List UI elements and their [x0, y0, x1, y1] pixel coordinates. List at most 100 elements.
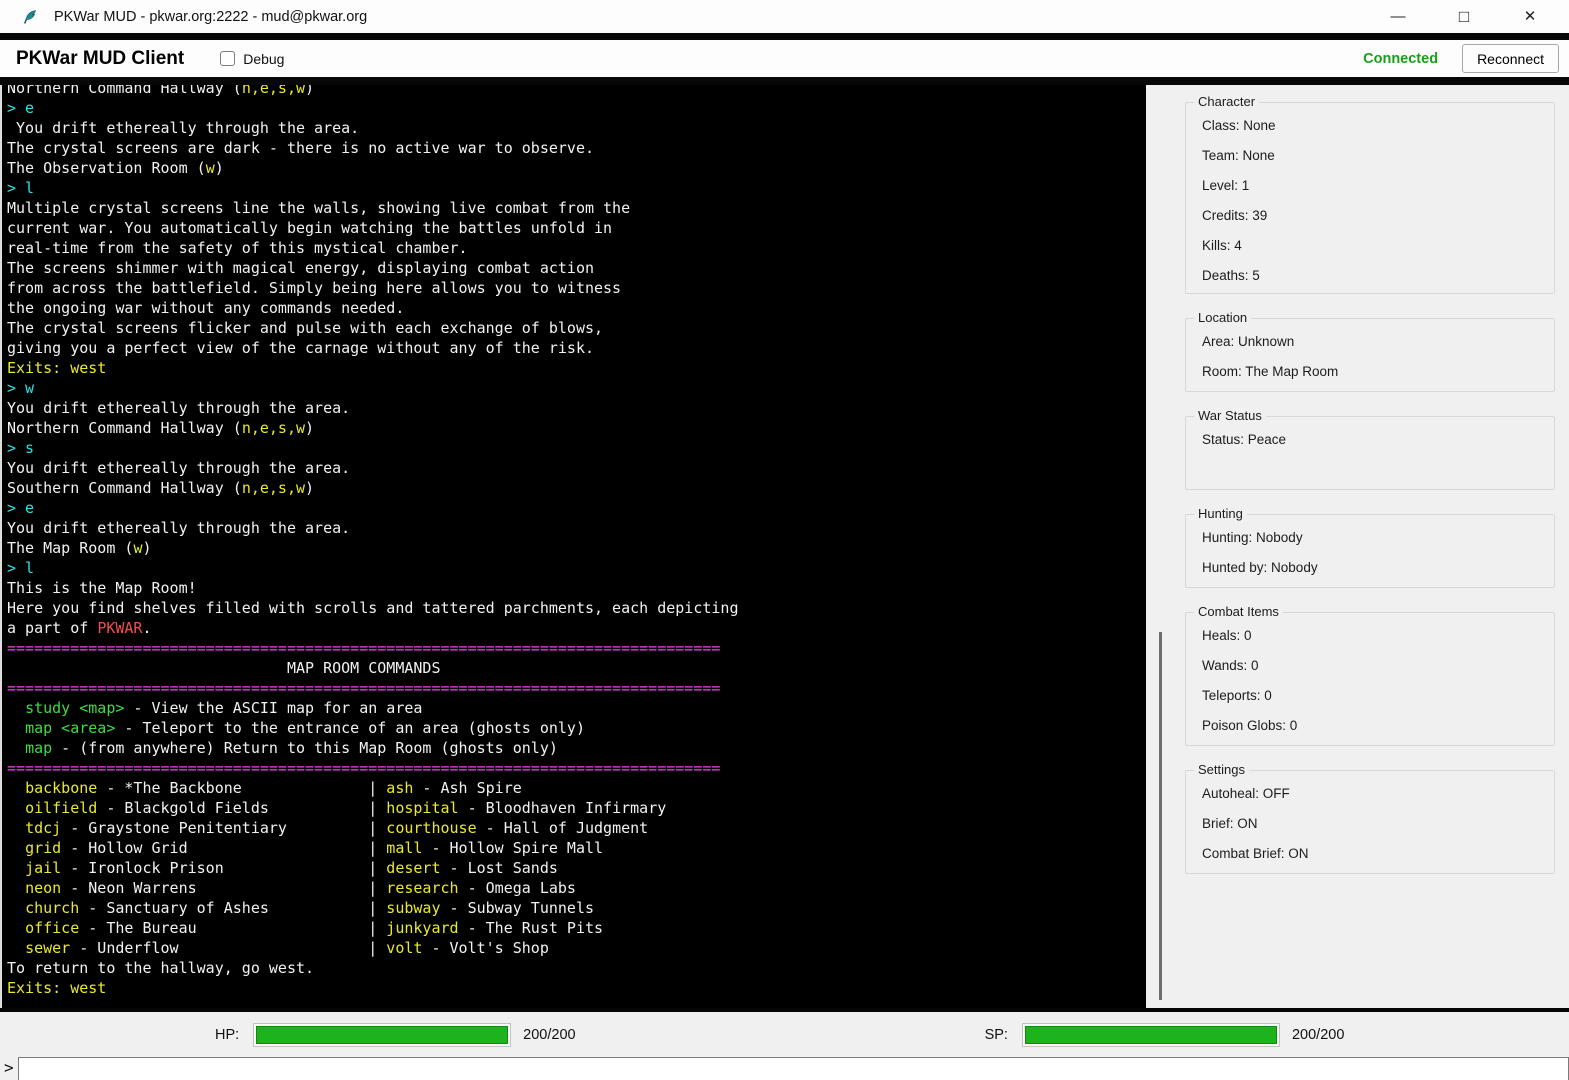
- terminal-line: grid - Hollow Grid | mall - Hollow Spire…: [7, 838, 1146, 858]
- stat-row: Area: Unknown: [1202, 327, 1554, 357]
- hp-bar-fill: [256, 1026, 508, 1044]
- terminal-line: from across the battlefield. Simply bein…: [7, 278, 1146, 298]
- hp-value: 200/200: [523, 1027, 575, 1043]
- app-feather-icon: [22, 9, 38, 25]
- terminal-line: > e: [7, 498, 1146, 518]
- divider: [0, 77, 1569, 85]
- sidebar-section-settings: SettingsAutoheal: OFFBrief: ONCombat Bri…: [1185, 770, 1555, 874]
- terminal-line: oilfield - Blackgold Fields | hospital -…: [7, 798, 1146, 818]
- stat-row: Hunted by: Nobody: [1202, 553, 1554, 583]
- terminal-line: The crystal screens are dark - there is …: [7, 138, 1146, 158]
- stat-row: Team: None: [1202, 141, 1554, 171]
- sp-progressbar: [1022, 1023, 1280, 1047]
- terminal-line: neon - Neon Warrens | research - Omega L…: [7, 878, 1146, 898]
- sidebar-section-hunting: HuntingHunting: NobodyHunted by: Nobody: [1185, 514, 1555, 588]
- connection-status: Connected: [1363, 51, 1438, 67]
- divider: [0, 33, 1569, 40]
- terminal-line: office - The Bureau | junkyard - The Rus…: [7, 918, 1146, 938]
- terminal-line: ========================================…: [7, 678, 1146, 698]
- command-prompt: >: [0, 1057, 18, 1079]
- terminal-line: You drift ethereally through the area.: [7, 458, 1146, 478]
- main-area: Northern Command Hallway (n,e,s,w)> e Yo…: [0, 85, 1569, 1008]
- terminal-line: The Map Room (w): [7, 538, 1146, 558]
- terminal-line: ========================================…: [7, 758, 1146, 778]
- terminal-line: > e: [7, 98, 1146, 118]
- sidebar: CharacterClass: NoneTeam: NoneLevel: 1Cr…: [1146, 85, 1569, 1008]
- stat-row: Heals: 0: [1202, 621, 1554, 651]
- terminal-line: Southern Command Hallway (n,e,s,w): [7, 478, 1146, 498]
- terminal-line: map - (from anywhere) Return to this Map…: [7, 738, 1146, 758]
- stat-row: Poison Globs: 0: [1202, 711, 1554, 741]
- terminal-output[interactable]: Northern Command Hallway (n,e,s,w)> e Yo…: [0, 85, 1146, 1008]
- terminal-line: backbone - *The Backbone | ash - Ash Spi…: [7, 778, 1146, 798]
- terminal-line: You drift ethereally through the area.: [7, 398, 1146, 418]
- terminal-line: You drift ethereally through the area.: [7, 518, 1146, 538]
- close-icon[interactable]: ✕: [1497, 0, 1563, 33]
- stat-row: Combat Brief: ON: [1202, 839, 1554, 869]
- stat-row: Hunting: Nobody: [1202, 523, 1554, 553]
- sidebar-section-character: CharacterClass: NoneTeam: NoneLevel: 1Cr…: [1185, 102, 1555, 294]
- terminal-line: To return to the hallway, go west.: [7, 958, 1146, 978]
- section-title: Location: [1194, 310, 1251, 325]
- terminal-line: real-time from the safety of this mystic…: [7, 238, 1146, 258]
- hp-progressbar: [253, 1023, 511, 1047]
- terminal-scrollbar-thumb[interactable]: [1159, 632, 1162, 1000]
- section-title: War Status: [1194, 408, 1266, 423]
- debug-toggle[interactable]: Debug: [220, 51, 284, 67]
- page-title: PKWar MUD Client: [16, 48, 184, 70]
- stat-row: Teleports: 0: [1202, 681, 1554, 711]
- stat-row: Wands: 0: [1202, 651, 1554, 681]
- stat-row: Credits: 39: [1202, 201, 1554, 231]
- command-input[interactable]: [18, 1057, 1569, 1080]
- terminal-line: Here you find shelves filled with scroll…: [7, 598, 1146, 618]
- sidebar-section-location: LocationArea: UnknownRoom: The Map Room: [1185, 318, 1555, 392]
- command-row: >: [0, 1057, 1569, 1080]
- terminal-line: Exits: west: [7, 978, 1146, 998]
- status-bar: HP: 200/200 SP: 200/200: [0, 1012, 1569, 1057]
- terminal-line: jail - Ironlock Prison | desert - Lost S…: [7, 858, 1146, 878]
- terminal-line: You drift ethereally through the area.: [7, 118, 1146, 138]
- window-controls: — □ ✕: [1365, 0, 1563, 33]
- stat-row: Kills: 4: [1202, 231, 1554, 261]
- terminal-line: study <map> - View the ASCII map for an …: [7, 698, 1146, 718]
- terminal-line: church - Sanctuary of Ashes | subway - S…: [7, 898, 1146, 918]
- terminal-line: the ongoing war without any commands nee…: [7, 298, 1146, 318]
- sp-label: SP:: [985, 1027, 1008, 1043]
- maximize-icon[interactable]: □: [1431, 0, 1497, 33]
- terminal-line: ========================================…: [7, 638, 1146, 658]
- section-title: Character: [1194, 94, 1259, 109]
- window-titlebar: PKWar MUD - pkwar.org:2222 - mud@pkwar.o…: [0, 0, 1569, 33]
- terminal-line: The crystal screens flicker and pulse wi…: [7, 318, 1146, 338]
- terminal-line: > w: [7, 378, 1146, 398]
- stat-row: Brief: ON: [1202, 809, 1554, 839]
- section-title: Settings: [1194, 762, 1249, 777]
- terminal-line: Multiple crystal screens line the walls,…: [7, 198, 1146, 218]
- client-header: PKWar MUD Client Debug Connected Reconne…: [0, 40, 1569, 77]
- terminal-line: Northern Command Hallway (n,e,s,w): [7, 85, 1146, 98]
- terminal-line: > l: [7, 558, 1146, 578]
- terminal-line: Northern Command Hallway (n,e,s,w): [7, 418, 1146, 438]
- section-title: Combat Items: [1194, 604, 1283, 619]
- terminal-line: map <area> - Teleport to the entrance of…: [7, 718, 1146, 738]
- terminal-line: Exits: west: [7, 358, 1146, 378]
- stat-row: Level: 1: [1202, 171, 1554, 201]
- minimize-icon[interactable]: —: [1365, 0, 1431, 33]
- terminal-line: giving you a perfect view of the carnage…: [7, 338, 1146, 358]
- sidebar-section-combat-items: Combat ItemsHeals: 0Wands: 0Teleports: 0…: [1185, 612, 1555, 746]
- terminal-line: This is the Map Room!: [7, 578, 1146, 598]
- sidebar-sections: CharacterClass: NoneTeam: NoneLevel: 1Cr…: [1185, 102, 1555, 874]
- sp-value: 200/200: [1292, 1027, 1344, 1043]
- stat-row: Room: The Map Room: [1202, 357, 1554, 387]
- terminal-line: > l: [7, 178, 1146, 198]
- sp-bar-fill: [1025, 1026, 1277, 1044]
- stat-row: Deaths: 5: [1202, 261, 1554, 291]
- terminal-line: MAP ROOM COMMANDS: [7, 658, 1146, 678]
- reconnect-button[interactable]: Reconnect: [1462, 44, 1559, 73]
- hp-label: HP:: [215, 1027, 239, 1043]
- terminal-line: sewer - Underflow | volt - Volt's Shop: [7, 938, 1146, 958]
- terminal-line: current war. You automatically begin wat…: [7, 218, 1146, 238]
- window-title: PKWar MUD - pkwar.org:2222 - mud@pkwar.o…: [54, 9, 367, 25]
- stat-row: Status: Peace: [1202, 425, 1554, 455]
- debug-checkbox[interactable]: [220, 51, 235, 66]
- terminal-line: The screens shimmer with magical energy,…: [7, 258, 1146, 278]
